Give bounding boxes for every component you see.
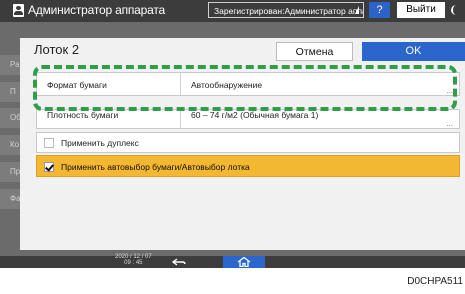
dropdown-corner-icon xyxy=(355,6,359,14)
clock: 2020 / 12 / 07 09 : 45 xyxy=(115,254,152,266)
logged-in-status[interactable]: Зарегистрирован:Администратор аппарат xyxy=(208,2,364,18)
paper-weight-row[interactable]: Плотность бумаги 60 – 74 г/м2 (Обычная б… xyxy=(36,109,460,129)
auto-select-checkbox[interactable] xyxy=(44,162,54,172)
cancel-button[interactable]: Отмена xyxy=(276,42,353,61)
auto-select-row[interactable]: Применить автовыбор бумаги/Автовыбор лот… xyxy=(36,155,460,177)
back-arrow-icon[interactable] xyxy=(172,258,186,266)
help-button[interactable]: ? xyxy=(369,2,390,18)
figure-code: D0CHPA511 xyxy=(407,276,463,287)
logged-in-label: Зарегистрирован:Администратор аппарат xyxy=(214,6,364,16)
home-button[interactable] xyxy=(223,256,265,268)
user-title: Администратор аппарата xyxy=(28,3,165,17)
home-icon xyxy=(237,257,251,267)
ok-button[interactable]: OK xyxy=(362,42,465,61)
top-bar: Администратор аппарата Зарегистрирован:А… xyxy=(0,0,465,22)
user-icon xyxy=(13,4,24,17)
row-divider xyxy=(180,110,181,128)
duplex-label: Применить дуплекс xyxy=(61,138,139,148)
duplex-row[interactable]: Применить дуплекс xyxy=(36,132,460,153)
auto-select-label: Применить автовыбор бумаги/Автовыбор лот… xyxy=(61,162,250,172)
time-text: 09 : 45 xyxy=(124,260,143,266)
logout-button[interactable]: Выйти xyxy=(397,2,445,18)
more-icon: ... xyxy=(446,119,453,128)
device-screen: Администратор аппарата Зарегистрирован:А… xyxy=(0,0,465,268)
energy-saver-icon[interactable] xyxy=(451,5,461,15)
dialog-title: Лоток 2 xyxy=(34,42,80,57)
duplex-checkbox[interactable] xyxy=(44,138,54,148)
callout-highlight xyxy=(33,65,457,111)
